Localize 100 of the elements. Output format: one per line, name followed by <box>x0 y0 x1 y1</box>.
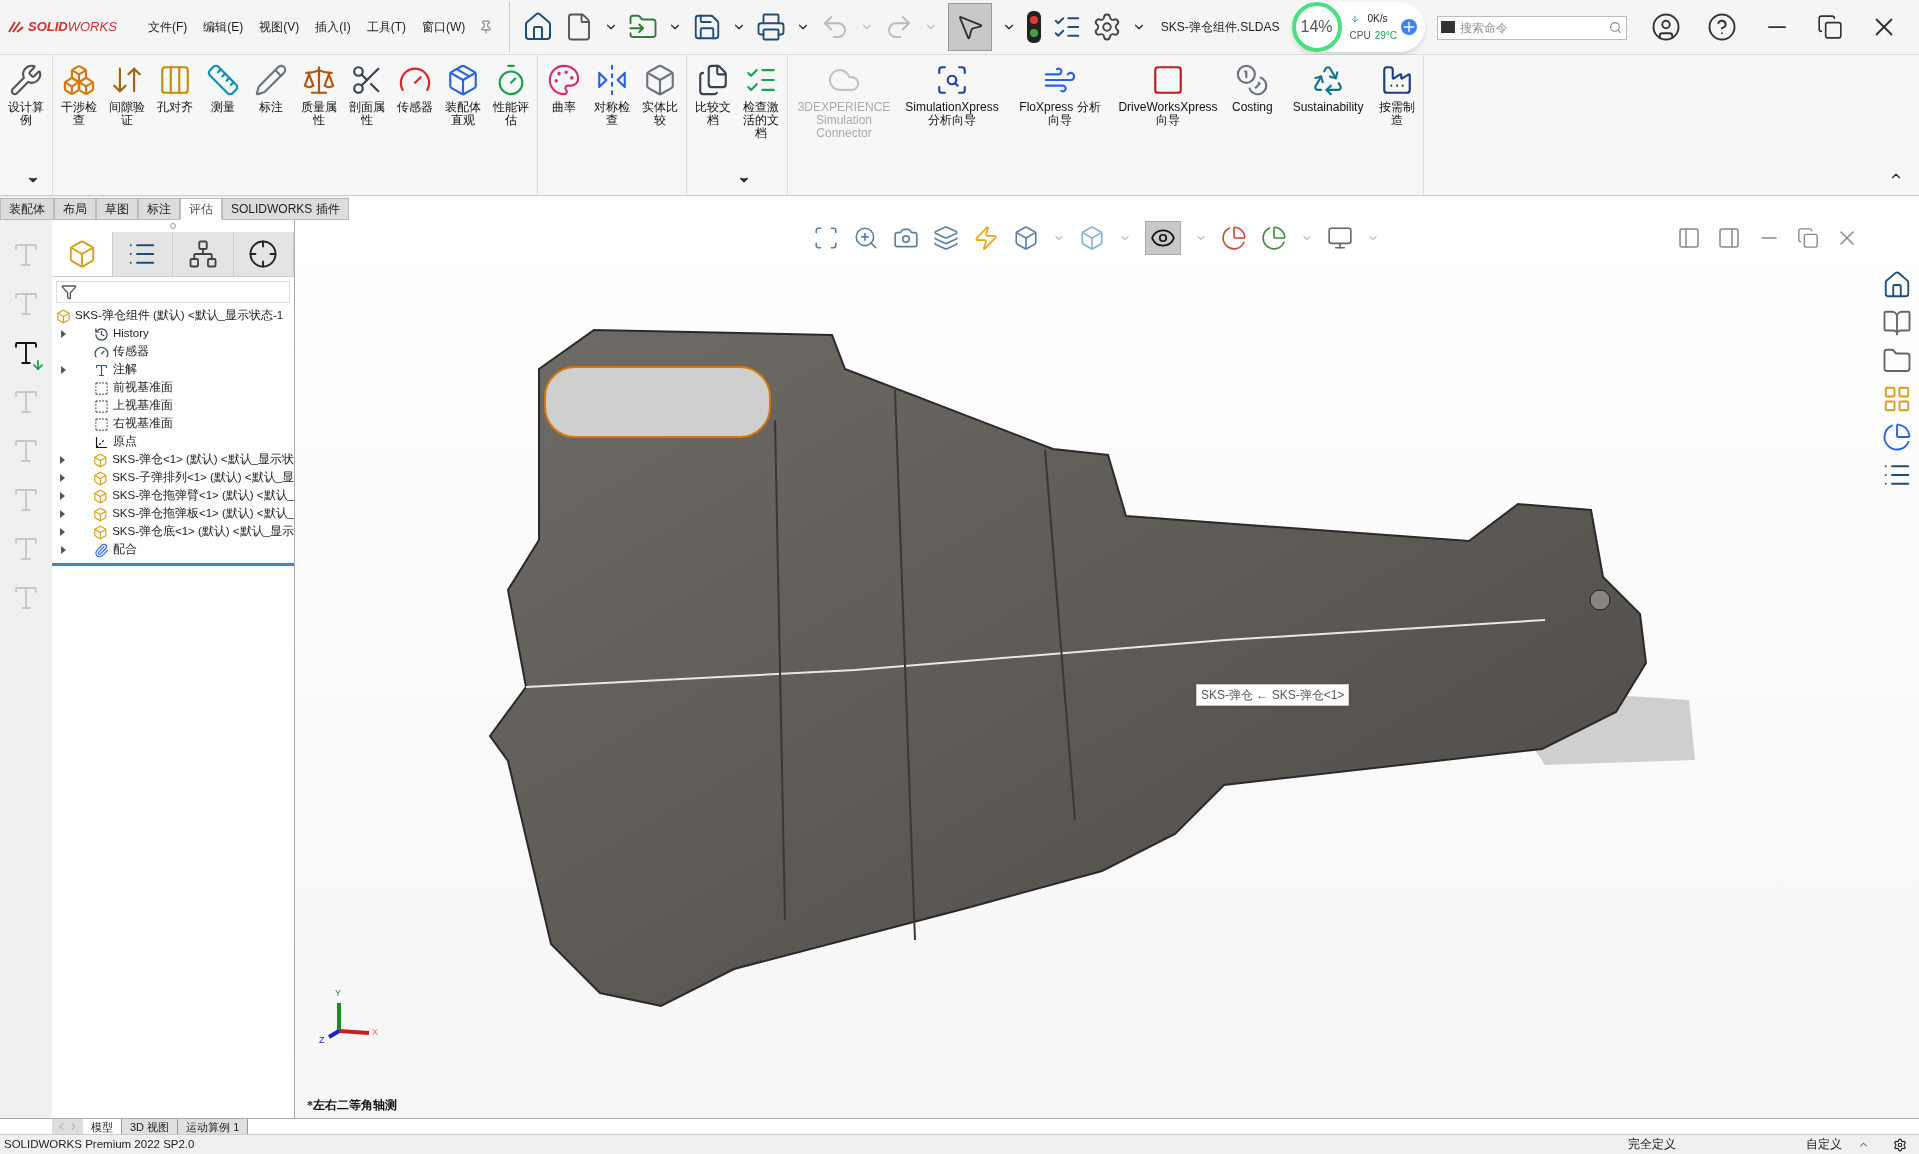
add-icon[interactable] <box>1401 19 1417 35</box>
settings-icon[interactable] <box>1893 1137 1907 1152</box>
search-icon[interactable] <box>1609 20 1622 34</box>
tree-item[interactable]: SKS-弹仓拖弹板<1> (默认) <默认_ <box>52 505 294 523</box>
sensor-icon <box>94 344 109 360</box>
ribbon-button[interactable]: 比较文档 <box>691 63 735 127</box>
user-icon[interactable] <box>1651 12 1681 42</box>
tree-item[interactable]: 传感器 <box>52 343 294 361</box>
tree-item[interactable]: SKS-弹仓拖弹臂<1> (默认) <默认_ <box>52 487 294 505</box>
command-tab[interactable]: 装配体 <box>0 198 54 220</box>
plane-icon <box>94 380 109 396</box>
expand-arrow-icon[interactable] <box>60 456 66 464</box>
tree-item[interactable]: 前视基准面 <box>52 379 294 397</box>
ribbon-button[interactable]: Sustainability <box>1284 63 1372 114</box>
printer-icon[interactable] <box>756 12 787 42</box>
panel-tab[interactable] <box>233 232 294 276</box>
tree-item[interactable]: 上视基准面 <box>52 397 294 415</box>
status-units[interactable]: 自定义 <box>1806 1135 1842 1154</box>
menu-item[interactable]: 窗口(W) <box>416 18 472 36</box>
ribbon-button[interactable]: 质量属性 <box>297 63 341 127</box>
home-icon[interactable] <box>1882 270 1912 300</box>
expand-arrow-icon[interactable] <box>60 546 66 554</box>
tree-item[interactable]: 右视基准面 <box>52 415 294 433</box>
panel-tab[interactable] <box>173 232 234 276</box>
ribbon-button[interactable]: 剖面属性 <box>345 63 389 127</box>
ribbon-button[interactable]: 曲率 <box>542 63 586 114</box>
expand-arrow-icon[interactable] <box>60 528 66 536</box>
menu-item[interactable]: 工具(T) <box>360 18 412 36</box>
part-icon <box>93 524 109 540</box>
ribbon-button[interactable]: 标注 <box>249 63 293 114</box>
ribbon-button[interactable]: 测量 <box>201 63 245 114</box>
command-tab[interactable]: 布局 <box>54 198 96 220</box>
expand-arrow-icon[interactable] <box>60 510 66 518</box>
tree-item[interactable]: SKS-弹仓组件 (默认) <默认_显示状态-1 <box>52 307 294 325</box>
expand-arrow-icon[interactable] <box>60 366 66 374</box>
hide-show-button[interactable] <box>1145 221 1181 255</box>
axis-label: X <box>372 1026 378 1039</box>
ribbon-button[interactable]: 对称检查 <box>590 63 634 127</box>
command-tab[interactable]: SOLIDWORKS 插件 <box>222 198 349 220</box>
plane-icon <box>94 416 109 432</box>
restore-icon[interactable] <box>1817 14 1843 40</box>
tree-item[interactable]: 配合 <box>52 541 294 559</box>
menu-item[interactable]: 视图(V) <box>253 18 306 36</box>
square-icon <box>1151 63 1185 97</box>
part-icon <box>93 452 109 468</box>
book-icon[interactable] <box>1882 308 1912 338</box>
monitor-icon[interactable] <box>1327 225 1353 251</box>
bottom-tab[interactable]: 3D 视图 <box>122 1119 179 1134</box>
menu-item[interactable]: 文件(F) <box>142 18 194 36</box>
cpu-usage-ring: 14% <box>1291 2 1342 52</box>
files-icon <box>696 63 730 97</box>
window-title: SKS-弹仓组件.SLDAS <box>1160 19 1280 36</box>
status-definition: 完全定义 <box>1628 1136 1676 1152</box>
cpu-temperature: 29°C <box>1374 29 1397 43</box>
ribbon-button[interactable]: FloXpress 分析向导 <box>1008 63 1112 127</box>
ribbon-button[interactable]: 间隙验证 <box>105 63 149 127</box>
pie-chart-icon[interactable] <box>1882 422 1912 452</box>
expand-arrow-icon[interactable] <box>60 330 66 338</box>
zoom-fit-icon[interactable] <box>813 225 839 251</box>
ribbon-button[interactable]: 设计算例 <box>4 63 48 127</box>
search-field[interactable]: 搜索命令 <box>1437 15 1627 40</box>
ribbon-button[interactable]: Costing <box>1224 63 1281 114</box>
ribbon-button[interactable]: 干涉检查 <box>57 63 101 127</box>
tile-left-icon[interactable] <box>1677 226 1701 250</box>
select-tool-button[interactable] <box>948 3 993 51</box>
tree-item[interactable]: 注解 <box>52 361 294 379</box>
traffic-light-icon[interactable] <box>1026 10 1043 44</box>
boxes-icon <box>62 63 96 97</box>
package-icon <box>446 63 480 97</box>
menu-item[interactable]: 插入(I) <box>309 18 357 36</box>
ribbon-button[interactable]: 孔对齐 <box>153 63 197 114</box>
tree-item[interactable]: History <box>52 325 294 343</box>
zoom-icon[interactable] <box>853 225 879 251</box>
tree-item[interactable]: SKS-子弹排列<1> (默认) <默认_显 <box>52 469 294 487</box>
filter-icon[interactable] <box>61 284 77 300</box>
pin-icon[interactable] <box>479 20 494 34</box>
expand-arrow-icon[interactable] <box>60 474 66 482</box>
tree-item[interactable]: 原点 <box>52 433 294 451</box>
command-tab[interactable]: 评估 <box>180 198 222 220</box>
tree-item[interactable]: SKS-弹仓底<1> (默认) <默认_显示 <box>52 523 294 541</box>
help-icon[interactable] <box>1707 12 1737 42</box>
pencil-icon <box>254 63 288 97</box>
annotation-icon <box>94 362 109 378</box>
ribbon-button[interactable]: 性能评估 <box>489 63 533 127</box>
tile-right-icon[interactable] <box>1717 226 1741 250</box>
tree-item[interactable]: SKS-弹仓<1> (默认) <默认_显示状 <box>52 451 294 469</box>
command-tab[interactable]: 标注 <box>138 198 180 220</box>
ribbon-button[interactable]: SimulationXpress 分析向导 <box>900 63 1004 127</box>
ribbon-button[interactable]: 传感器 <box>393 63 437 114</box>
ribbon-button[interactable]: 按需制造 <box>1375 63 1420 127</box>
ribbon-button[interactable]: 装配体直观 <box>441 63 485 127</box>
bottom-tab[interactable]: 运动算例 1 <box>178 1119 249 1134</box>
menu-item[interactable]: 编辑(E) <box>197 18 250 36</box>
paperclip-icon <box>94 542 109 558</box>
command-tab[interactable]: 草图 <box>96 198 138 220</box>
expand-arrow-icon[interactable] <box>60 492 66 500</box>
ribbon-button[interactable]: 实体比较 <box>638 63 682 127</box>
panel-tab[interactable] <box>112 232 173 276</box>
ribbon-button[interactable]: DriveWorksXpress 向导 <box>1116 63 1220 127</box>
ribbon-button[interactable]: 检查激活的文档 <box>739 63 783 140</box>
